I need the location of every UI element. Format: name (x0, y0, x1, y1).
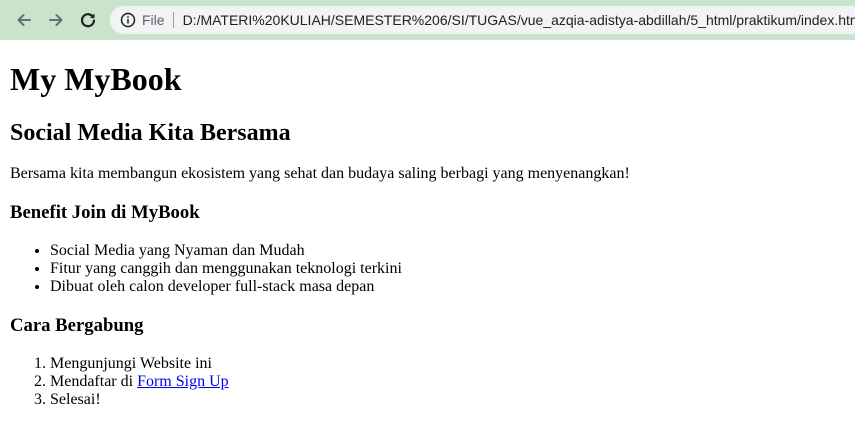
intro-text: Bersama kita membangun ekosistem yang se… (10, 165, 630, 182)
page-title: My MyBook (10, 61, 182, 97)
benefits-list: Social Media yang Nyaman dan Mudah Fitur… (10, 242, 845, 296)
arrow-left-icon (17, 14, 31, 26)
arrow-right-icon (49, 14, 63, 26)
steps-heading: Cara Bergabung (10, 315, 144, 336)
benefits-heading: Benefit Join di MyBook (10, 202, 200, 223)
reload-icon (80, 13, 96, 28)
signup-link[interactable]: Form Sign Up (137, 373, 229, 390)
page-subtitle: Social Media Kita Bersama (10, 120, 291, 146)
address-bar[interactable]: File D:/MATERI%20KULIAH/SEMESTER%206/SI/… (110, 6, 855, 34)
url-text[interactable]: D:/MATERI%20KULIAH/SEMESTER%206/SI/TUGAS… (183, 12, 855, 28)
scheme-label: File (142, 12, 165, 28)
list-item: Fitur yang canggih dan menggunakan tekno… (50, 260, 845, 278)
omnibox-divider (172, 12, 174, 28)
forward-button[interactable] (44, 8, 68, 32)
browser-toolbar: File D:/MATERI%20KULIAH/SEMESTER%206/SI/… (0, 0, 855, 40)
list-item: Mendaftar di Form Sign Up (50, 373, 845, 391)
list-item: Dibuat oleh calon developer full-stack m… (50, 278, 845, 296)
list-item: Mengunjungi Website ini (50, 355, 845, 373)
step-text: Mendaftar di (50, 373, 138, 390)
back-button[interactable] (12, 8, 36, 32)
steps-list: Mengunjungi Website ini Mendaftar di For… (10, 355, 845, 409)
list-item: Social Media yang Nyaman dan Mudah (50, 242, 845, 260)
list-item: Selesai! (50, 391, 845, 409)
reload-button[interactable] (76, 8, 100, 32)
info-icon[interactable] (120, 12, 136, 28)
page-content: My MyBook Social Media Kita Bersama Bers… (0, 40, 855, 447)
